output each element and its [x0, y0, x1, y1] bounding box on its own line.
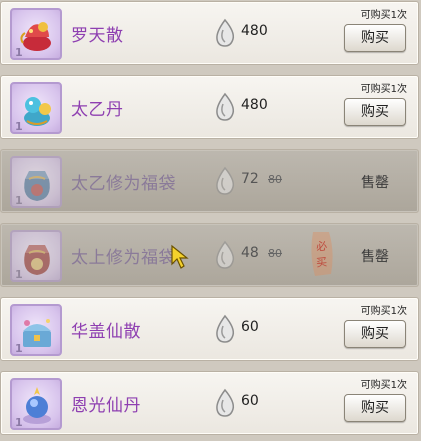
sold-out-label: 售罄 — [361, 249, 389, 265]
item-quantity: 1 — [15, 194, 23, 207]
item-quantity: 1 — [15, 120, 23, 133]
sold-out-label: 售罄 — [361, 175, 389, 191]
item-price: 480 — [241, 23, 268, 39]
item-quantity: 1 — [15, 416, 23, 429]
item-quantity: 1 — [15, 268, 23, 281]
item-price: 60 — [241, 393, 259, 409]
buy-button[interactable]: 购买 — [344, 24, 406, 52]
shop-item-row: 1 恩光仙丹 60 可购买1次 购买 — [0, 371, 419, 435]
item-slot: 1 — [10, 156, 62, 208]
silver-teardrop-coin-icon — [216, 18, 235, 47]
item-slot[interactable]: 1 — [10, 304, 62, 356]
item-price: 48 — [241, 245, 259, 261]
item-slot[interactable]: 1 — [10, 8, 62, 60]
purchase-limit: 可购买1次 — [360, 84, 407, 95]
item-slot[interactable]: 1 — [10, 378, 62, 430]
shop-item-row-sold-out: 1 太上修为福袋 48 80 必 买 售罄 — [0, 223, 419, 287]
item-name: 恩光仙丹 — [71, 396, 141, 416]
item-name: 华盖仙散 — [71, 322, 141, 342]
buy-button[interactable]: 购买 — [344, 320, 406, 348]
shop-item-row: 1 华盖仙散 60 可购买1次 购买 — [0, 297, 419, 361]
purchase-limit: 可购买1次 — [360, 306, 407, 317]
item-slot[interactable]: 1 — [10, 82, 62, 134]
item-price: 72 — [241, 171, 259, 187]
item-price: 480 — [241, 97, 268, 113]
must-buy-seal-icon: 必 买 — [311, 232, 333, 276]
buy-button[interactable]: 购买 — [344, 394, 406, 422]
original-price: 80 — [268, 173, 282, 186]
item-price: 60 — [241, 319, 259, 335]
silver-teardrop-coin-icon — [216, 388, 235, 417]
item-quantity: 1 — [15, 342, 23, 355]
purchase-limit: 可购买1次 — [360, 10, 407, 21]
silver-teardrop-coin-icon — [216, 240, 235, 269]
item-name: 罗天散 — [71, 26, 124, 46]
buy-button[interactable]: 购买 — [344, 98, 406, 126]
shop-item-row-sold-out: 1 太乙修为福袋 72 80 售罄 — [0, 149, 419, 213]
shop-item-row: 1 罗天散 480 可购买1次 购买 — [0, 1, 419, 65]
item-name: 太乙修为福袋 — [71, 174, 176, 194]
shop-item-row: 1 太乙丹 480 可购买1次 购买 — [0, 75, 419, 139]
item-name: 太上修为福袋 — [71, 248, 176, 268]
silver-teardrop-coin-icon — [216, 314, 235, 343]
silver-teardrop-coin-icon — [216, 166, 235, 195]
mouse-cursor-icon — [171, 244, 189, 269]
silver-teardrop-coin-icon — [216, 92, 235, 121]
svg-text:买: 买 — [315, 255, 327, 269]
item-name: 太乙丹 — [71, 100, 124, 120]
item-quantity: 1 — [15, 46, 23, 59]
svg-text:必: 必 — [315, 239, 327, 253]
item-slot: 1 — [10, 230, 62, 282]
purchase-limit: 可购买1次 — [360, 380, 407, 391]
original-price: 80 — [268, 247, 282, 260]
